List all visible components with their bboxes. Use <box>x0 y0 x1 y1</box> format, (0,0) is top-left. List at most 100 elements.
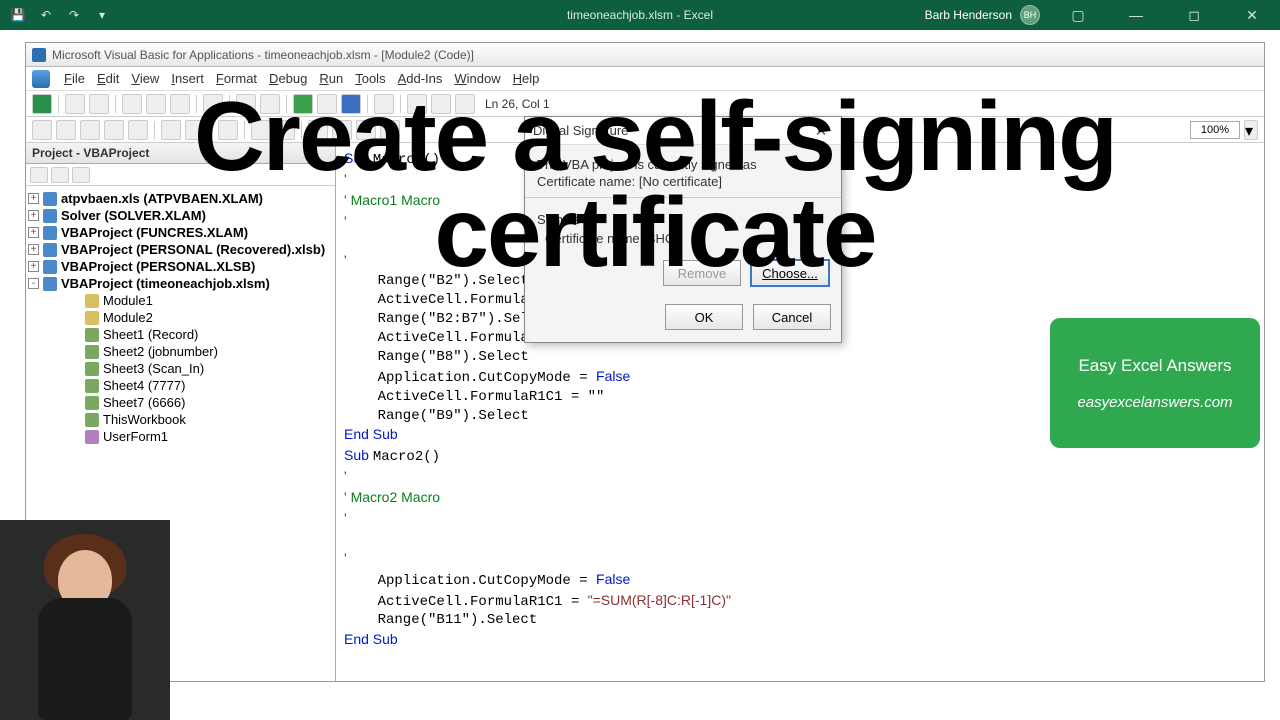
menu-format[interactable]: Format <box>210 69 263 88</box>
view-object-icon[interactable] <box>51 167 69 183</box>
expand-icon[interactable]: + <box>28 210 39 221</box>
vba-menubar: FileEditViewInsertFormatDebugRunToolsAdd… <box>26 67 1264 91</box>
save-icon[interactable]: 💾 <box>10 7 26 23</box>
break-icon[interactable] <box>317 94 337 114</box>
tree-label: Sheet2 (jobnumber) <box>103 344 218 359</box>
promo-card: Easy Excel Answers easyexcelanswers.com <box>1050 318 1260 448</box>
tree-item[interactable]: + atpvbaen.xls (ATPVBAEN.XLAM) <box>28 190 333 207</box>
expand-icon[interactable]: + <box>28 261 39 272</box>
menu-add-ins[interactable]: Add-Ins <box>392 69 449 88</box>
menu-edit[interactable]: Edit <box>91 69 125 88</box>
tree-label: Sheet7 (6666) <box>103 395 185 410</box>
menu-insert[interactable]: Insert <box>165 69 210 88</box>
tree-item[interactable]: Sheet4 (7777) <box>28 377 333 394</box>
indent-icon[interactable] <box>161 120 181 140</box>
tree-item[interactable]: Module1 <box>28 292 333 309</box>
expand-icon[interactable]: + <box>28 193 39 204</box>
tree-label: VBAProject (timeoneachjob.xlsm) <box>61 276 270 291</box>
choose-button[interactable]: Choose... <box>751 260 829 286</box>
design-mode-icon[interactable] <box>374 94 394 114</box>
clear-bookmarks-icon[interactable] <box>380 120 400 140</box>
list-properties-icon[interactable] <box>32 120 52 140</box>
undo-icon[interactable]: ↶ <box>38 7 54 23</box>
reset-icon[interactable] <box>341 94 361 114</box>
tree-label: atpvbaen.xls (ATPVBAEN.XLAM) <box>61 191 263 206</box>
menu-debug[interactable]: Debug <box>263 69 313 88</box>
tree-item[interactable]: - VBAProject (timeoneachjob.xlsm) <box>28 275 333 292</box>
menu-window[interactable]: Window <box>448 69 506 88</box>
prev-bookmark-icon[interactable] <box>356 120 376 140</box>
expand-icon[interactable]: - <box>28 278 39 289</box>
tree-label: Sheet1 (Record) <box>103 327 198 342</box>
save-icon[interactable] <box>89 94 109 114</box>
minimize-icon[interactable]: — <box>1116 0 1156 30</box>
undo-icon[interactable] <box>236 94 256 114</box>
maximize-icon[interactable]: ◻ <box>1174 0 1214 30</box>
copy-icon[interactable] <box>146 94 166 114</box>
redo-icon[interactable]: ↷ <box>66 7 82 23</box>
breakpoint-icon[interactable] <box>218 120 238 140</box>
parameter-info-icon[interactable] <box>104 120 124 140</box>
tree-item[interactable]: Sheet2 (jobnumber) <box>28 343 333 360</box>
view-code-icon[interactable] <box>30 167 48 183</box>
menu-view[interactable]: View <box>125 69 165 88</box>
cut-icon[interactable] <box>122 94 142 114</box>
tree-item[interactable]: +VBAProject (PERSONAL.XLSB) <box>28 258 333 275</box>
insert-icon[interactable] <box>65 94 85 114</box>
help-icon[interactable]: ? <box>785 122 809 139</box>
find-icon[interactable] <box>203 94 223 114</box>
vba-toolbar-standard: Ln 26, Col 1 <box>26 91 1264 117</box>
menu-tools[interactable]: Tools <box>349 69 391 88</box>
next-bookmark-icon[interactable] <box>332 120 352 140</box>
quick-info-icon[interactable] <box>80 120 100 140</box>
redo-icon[interactable] <box>260 94 280 114</box>
user-account[interactable]: Barb Henderson BH <box>925 5 1040 25</box>
paste-icon[interactable] <box>170 94 190 114</box>
promo-title: Easy Excel Answers <box>1078 356 1231 376</box>
tree-icon <box>43 226 57 240</box>
tree-item[interactable]: +VBAProject (FUNCRES.XLAM) <box>28 224 333 241</box>
complete-word-icon[interactable] <box>128 120 148 140</box>
outdent-icon[interactable] <box>185 120 205 140</box>
uncomment-icon[interactable] <box>275 120 295 140</box>
comment-icon[interactable] <box>251 120 271 140</box>
tree-item[interactable]: ThisWorkbook <box>28 411 333 428</box>
menu-file[interactable]: File <box>58 69 91 88</box>
toggle-folders-icon[interactable] <box>72 167 90 183</box>
tree-item[interactable]: UserForm1 <box>28 428 333 445</box>
project-pane-title: Project - VBAProject <box>26 143 335 164</box>
cancel-button[interactable]: Cancel <box>753 304 831 330</box>
menu-run[interactable]: Run <box>313 69 349 88</box>
properties-icon[interactable] <box>431 94 451 114</box>
menu-help[interactable]: Help <box>507 69 546 88</box>
ribbon-options-icon[interactable]: ▢ <box>1058 0 1098 30</box>
tree-label: UserForm1 <box>103 429 168 444</box>
close-icon[interactable]: ✕ <box>809 122 833 140</box>
expand-icon[interactable]: + <box>28 244 39 255</box>
tree-label: Module1 <box>103 293 153 308</box>
close-icon[interactable]: ✕ <box>1232 0 1272 30</box>
qat-dropdown-icon[interactable]: ▾ <box>94 7 110 23</box>
tree-item[interactable]: Sheet1 (Record) <box>28 326 333 343</box>
zoom-dropdown-icon[interactable]: ▾ <box>1244 120 1258 140</box>
vba-titlebar: Microsoft Visual Basic for Applications … <box>26 43 1264 67</box>
object-browser-icon[interactable] <box>455 94 475 114</box>
ok-button[interactable]: OK <box>665 304 743 330</box>
tree-item[interactable]: Module2 <box>28 309 333 326</box>
bookmark-icon[interactable] <box>308 120 328 140</box>
tree-item[interactable]: Sheet3 (Scan_In) <box>28 360 333 377</box>
tree-item[interactable]: Sheet7 (6666) <box>28 394 333 411</box>
tree-item[interactable]: + Solver (SOLVER.XLAM) <box>28 207 333 224</box>
zoom-box[interactable]: 100% <box>1190 121 1240 139</box>
tree-icon <box>85 379 99 393</box>
project-explorer-icon[interactable] <box>407 94 427 114</box>
dialog-title: Digital Signature <box>533 123 785 138</box>
tree-label: Solver (SOLVER.XLAM) <box>61 208 206 223</box>
run-icon[interactable] <box>293 94 313 114</box>
tree-icon <box>85 362 99 376</box>
view-excel-icon[interactable] <box>32 94 52 114</box>
tree-item[interactable]: +VBAProject (PERSONAL (Recovered).xlsb) <box>28 241 333 258</box>
user-name: Barb Henderson <box>925 8 1012 22</box>
list-constants-icon[interactable] <box>56 120 76 140</box>
expand-icon[interactable]: + <box>28 227 39 238</box>
